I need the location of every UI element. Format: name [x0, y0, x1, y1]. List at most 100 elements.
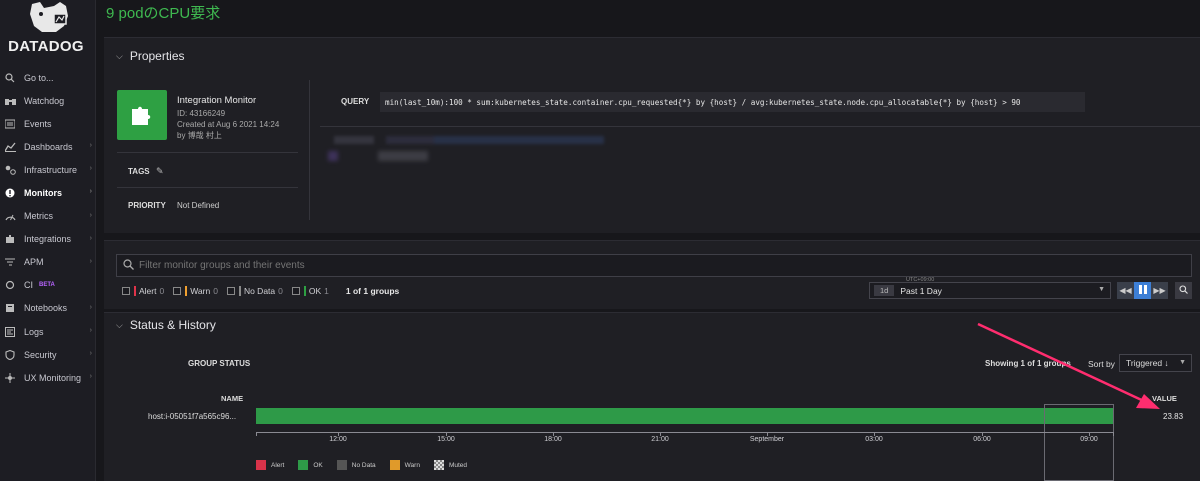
- pause-button[interactable]: [1134, 282, 1151, 299]
- host-name[interactable]: host:i-05051f7a565c96...: [148, 412, 236, 421]
- sort-by-label: Sort by: [1088, 359, 1115, 369]
- nav-label: Dashboards: [24, 141, 73, 152]
- nav-item-infrastructure[interactable]: Infrastructure ›: [0, 158, 96, 181]
- priority-value: Not Defined: [177, 201, 220, 210]
- sort-select[interactable]: Triggered ↓ ▼: [1119, 354, 1192, 372]
- chevron-right-icon: ›: [89, 234, 92, 242]
- beta-badge: BETA: [39, 282, 55, 289]
- events-icon: [4, 118, 16, 130]
- properties-panel: [104, 37, 1200, 233]
- axis-tick-label: 09:00: [1080, 436, 1098, 443]
- legend-swatch: [298, 460, 309, 470]
- divider: [117, 187, 298, 188]
- nav-label: Security: [24, 349, 57, 360]
- timeline-selection[interactable]: [1044, 404, 1114, 481]
- nav-item-goto[interactable]: Go to...: [0, 66, 96, 89]
- monitor-created: Created at Aug 6 2021 14:24: [177, 120, 280, 129]
- nav-item-notebooks[interactable]: Notebooks ›: [0, 297, 96, 320]
- nav-label: APM: [24, 257, 44, 268]
- monitor-id: ID: 43166249: [177, 109, 226, 118]
- metrics-icon: [4, 210, 16, 222]
- redacted-notification: [334, 136, 604, 144]
- nav-item-metrics[interactable]: Metrics ›: [0, 205, 96, 228]
- warn-checkbox[interactable]: [173, 287, 182, 295]
- axis-tick-label: 06:00: [973, 436, 991, 443]
- status-filters: Alert 0 Warn 0 No Data 0 OK 1 1 of 1 gro…: [122, 286, 399, 296]
- alert-checkbox[interactable]: [122, 287, 130, 295]
- nodata-label: No Data: [243, 286, 276, 296]
- status-timeline-bar[interactable]: [256, 408, 1114, 424]
- redacted-recipient: [328, 151, 428, 161]
- time-range-value: Past 1 Day: [900, 285, 942, 296]
- nodata-checkbox[interactable]: [226, 287, 235, 295]
- page-title: 9 podのCPU要求: [106, 5, 221, 22]
- chevron-right-icon: ›: [89, 373, 92, 381]
- divider: [117, 152, 298, 153]
- nav-item-ci[interactable]: CI BETA: [0, 274, 96, 297]
- nav-item-ux-monitoring[interactable]: UX Monitoring ›: [0, 366, 96, 389]
- nav-item-security[interactable]: Security ›: [0, 343, 96, 366]
- datadog-logo[interactable]: DATADOG: [0, 0, 96, 60]
- warn-count: 0: [213, 286, 218, 296]
- value-column-header: VALUE: [1152, 394, 1177, 403]
- showing-groups: Showing 1 of 1 groups: [985, 359, 1071, 368]
- pencil-icon[interactable]: ✎: [156, 166, 164, 177]
- legend-swatch: [389, 460, 400, 470]
- query-text: min(last_10m):100 * sum:kubernetes_state…: [380, 92, 1085, 112]
- nav-label: Notebooks: [24, 303, 68, 314]
- ok-checkbox[interactable]: [291, 287, 300, 295]
- axis-tick: [256, 432, 257, 436]
- zoom-icon: [1179, 285, 1188, 296]
- nav-label: CI: [24, 280, 33, 291]
- notebooks-icon: [4, 302, 16, 314]
- chevron-down-icon: ⌵: [116, 50, 123, 61]
- nav-item-logs[interactable]: Logs ›: [0, 320, 96, 343]
- forward-button[interactable]: ▶▶: [1151, 282, 1168, 299]
- nav-item-events[interactable]: Events: [0, 112, 96, 135]
- binoculars-icon: [4, 95, 16, 107]
- caret-down-icon: ▼: [1179, 359, 1186, 366]
- security-icon: [4, 349, 16, 361]
- chevron-right-icon: ›: [89, 350, 92, 358]
- apm-icon: [4, 256, 16, 268]
- caret-down-icon: ▼: [1098, 286, 1105, 293]
- nav-label: Watchdog: [24, 95, 65, 106]
- nav-label: Go to...: [24, 72, 54, 83]
- legend-swatch: [433, 460, 444, 470]
- status-legend: Alert OK No Data Warn Muted: [256, 460, 481, 470]
- priority-label: PRIORITY: [128, 201, 166, 210]
- rewind-button[interactable]: ◀◀: [1117, 282, 1134, 299]
- warn-color-bar: [185, 286, 188, 296]
- chevron-down-icon: ⌵: [116, 319, 123, 330]
- nav-item-dashboards[interactable]: Dashboards ›: [0, 135, 96, 158]
- ok-count: 1: [324, 286, 329, 296]
- time-range-select[interactable]: 1d Past 1 Day ▼: [869, 282, 1111, 299]
- alert-label: Alert: [139, 286, 157, 296]
- datadog-dog-icon: [30, 2, 68, 32]
- rewind-icon: ◀◀: [1119, 286, 1132, 295]
- nav-item-integrations[interactable]: Integrations ›: [0, 228, 96, 251]
- alert-color-bar: [134, 286, 136, 296]
- nav-item-monitors[interactable]: Monitors ›: [0, 181, 96, 204]
- legend-warn: Warn: [389, 460, 420, 470]
- filter-search[interactable]: [116, 254, 1192, 277]
- nav-label: Metrics: [24, 211, 53, 222]
- nav-label: Infrastructure: [24, 164, 78, 175]
- legend-alert: Alert: [256, 460, 284, 470]
- chevron-right-icon: ›: [89, 165, 92, 173]
- nav-label: Monitors: [24, 188, 62, 199]
- status-history-header[interactable]: ⌵ Status & History: [116, 318, 216, 332]
- zoom-button[interactable]: [1175, 282, 1192, 299]
- nav-item-apm[interactable]: APM ›: [0, 251, 96, 274]
- group-status-label: GROUP STATUS: [188, 359, 251, 368]
- forward-icon: ▶▶: [1153, 286, 1166, 295]
- pause-icon: [1138, 285, 1147, 296]
- filter-input[interactable]: [139, 260, 739, 271]
- nav-label: UX Monitoring: [24, 372, 82, 383]
- nav-item-watchdog[interactable]: Watchdog: [0, 89, 96, 112]
- axis-tick-label: September: [749, 436, 785, 443]
- legend-swatch: [256, 460, 266, 470]
- axis-tick-label: 15:00: [437, 436, 455, 443]
- properties-header[interactable]: ⌵ Properties: [116, 49, 185, 63]
- sort-value: Triggered ↓: [1126, 358, 1169, 368]
